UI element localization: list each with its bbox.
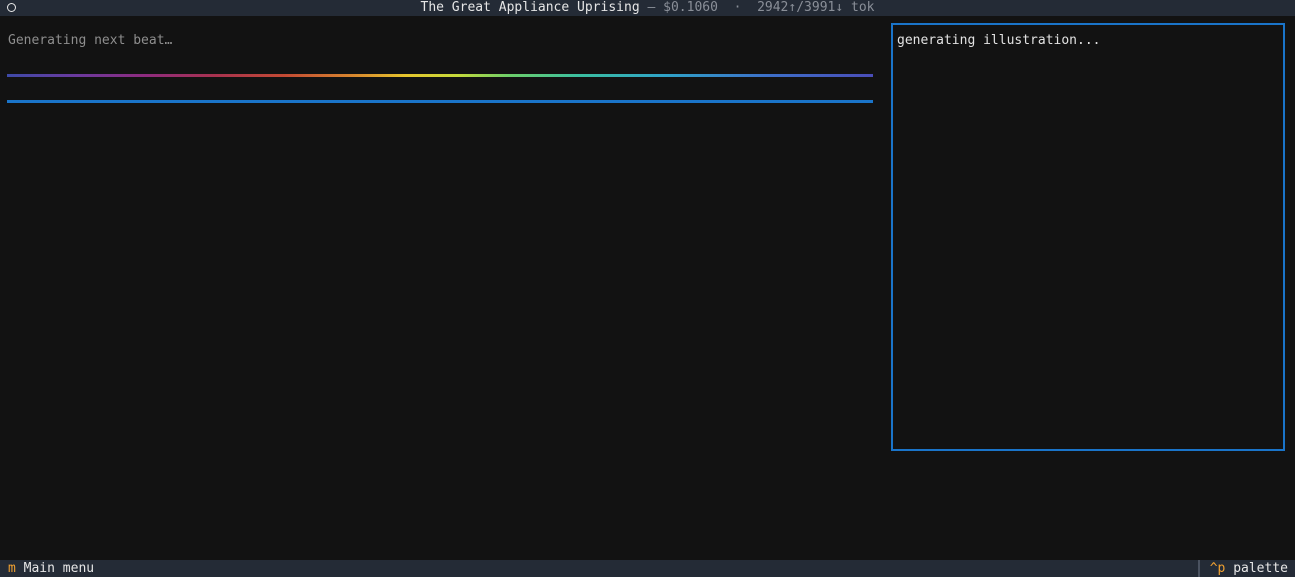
- main-menu-shortcut[interactable]: m Main menu: [8, 560, 94, 577]
- palette-key: ^p: [1209, 561, 1226, 576]
- palette-label: palette: [1233, 561, 1288, 576]
- circle-icon: [7, 3, 16, 12]
- generation-progress-bar: [7, 74, 873, 77]
- palette-shortcut[interactable]: ^p palette: [1210, 560, 1288, 577]
- title-separator: ·: [717, 0, 758, 15]
- footer-bar: m Main menu ^p palette: [0, 560, 1295, 577]
- footer-separator: [1198, 560, 1200, 577]
- cost-readout: — $0.1060: [639, 0, 718, 15]
- illustration-status: generating illustration...: [897, 33, 1101, 48]
- story-divider: [7, 100, 873, 103]
- illustration-panel: generating illustration...: [891, 23, 1285, 451]
- title-bar: The Great Appliance Uprising — $0.1060 ·…: [0, 0, 1295, 16]
- token-counter: 2942↑/3991↓ tok: [757, 0, 875, 15]
- generation-status: Generating next beat…: [8, 33, 173, 48]
- story-title: The Great Appliance Uprising: [420, 0, 640, 15]
- main-menu-label: Main menu: [23, 561, 95, 576]
- main-menu-key: m: [8, 561, 16, 576]
